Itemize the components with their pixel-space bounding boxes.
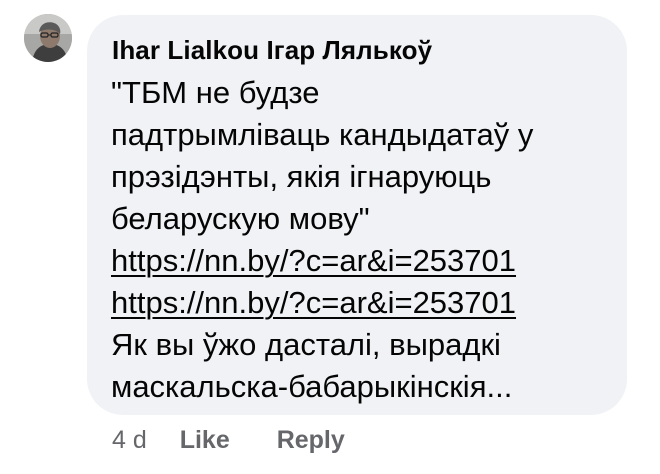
text-line: прэзідэнты, якія ігнаруюць [111, 159, 492, 194]
text-line: беларускую мову" [111, 201, 370, 236]
author-name[interactable]: Ihar Lialkou Ігар Лялькоў [112, 34, 432, 66]
reply-button[interactable]: Reply [277, 424, 345, 456]
text-line: "ТБМ не будзе [111, 75, 320, 110]
article-link[interactable]: https://nn.by/?c=ar&i=253701 [111, 285, 516, 320]
text-line: Як вы ўжо дасталі, вырадкі [111, 327, 501, 362]
comment-text: "ТБМ не будзе падтрымліваць кандыдатаў у… [111, 72, 621, 408]
text-line: падтрымліваць кандыдатаў у [111, 117, 534, 152]
profile-photo-icon [24, 14, 72, 62]
timestamp[interactable]: 4 d [112, 424, 147, 456]
like-button[interactable]: Like [180, 424, 230, 456]
comment-actions: 4 d Like Reply [112, 424, 385, 456]
comment: Ihar Lialkou Ігар Лялькоў "ТБМ не будзе … [0, 0, 660, 474]
text-line: маскальска-бабарыкінскія... [111, 369, 513, 404]
avatar[interactable] [24, 14, 72, 62]
article-link[interactable]: https://nn.by/?c=ar&i=253701 [111, 243, 516, 278]
